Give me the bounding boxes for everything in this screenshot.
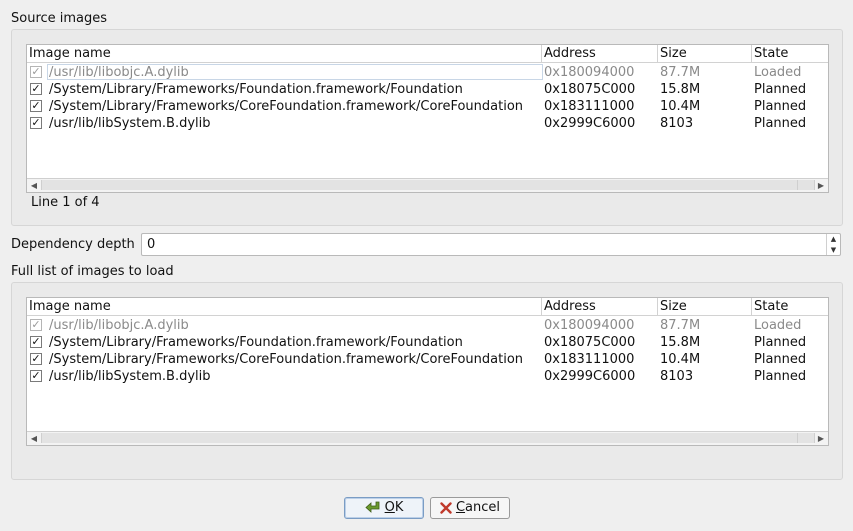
source-images-group: Image name Address Size State ✓ /usr/lib… bbox=[11, 29, 843, 226]
dependency-depth-spinbox[interactable]: 0 ▲ ▼ bbox=[141, 233, 841, 256]
scrollbar-track[interactable] bbox=[41, 180, 799, 190]
address-cell: 0x18075C000 bbox=[544, 335, 636, 350]
horizontal-scrollbar[interactable]: ◀ ▶ bbox=[27, 178, 828, 192]
row-checkbox[interactable]: ✓ bbox=[30, 319, 42, 331]
source-images-table[interactable]: Image name Address Size State ✓ /usr/lib… bbox=[26, 44, 829, 193]
size-cell: 15.8M bbox=[660, 335, 701, 350]
ok-button[interactable]: OK bbox=[344, 497, 424, 519]
column-header-image-name[interactable]: Image name bbox=[27, 298, 541, 315]
image-name-cell: /System/Library/Frameworks/CoreFoundatio… bbox=[49, 99, 524, 114]
source-images-title: Source images bbox=[11, 11, 108, 26]
column-header-image-name[interactable]: Image name bbox=[27, 45, 541, 62]
table-row[interactable]: ✓ /System/Library/Frameworks/CoreFoundat… bbox=[27, 351, 828, 368]
table-row[interactable]: ✓ /usr/lib/libSystem.B.dylib 0x2999C6000… bbox=[27, 368, 828, 385]
spin-arrows: ▲ ▼ bbox=[826, 234, 840, 255]
state-cell: Planned bbox=[754, 116, 807, 131]
table-row[interactable]: ✓ /usr/lib/libSystem.B.dylib 0x2999C6000… bbox=[27, 115, 828, 132]
full-list-table[interactable]: Image name Address Size State ✓ /usr/lib… bbox=[26, 297, 829, 446]
column-header-size[interactable]: Size bbox=[657, 298, 751, 315]
size-cell: 8103 bbox=[660, 369, 694, 384]
column-header-state[interactable]: State bbox=[751, 298, 828, 315]
table-row[interactable]: ✓ /System/Library/Frameworks/Foundation.… bbox=[27, 81, 828, 98]
size-cell: 87.7M bbox=[660, 318, 701, 333]
row-checkbox[interactable]: ✓ bbox=[30, 353, 42, 365]
row-checkbox[interactable]: ✓ bbox=[30, 117, 42, 129]
image-name-cell: /usr/lib/libobjc.A.dylib bbox=[49, 318, 189, 333]
image-name-cell: /usr/lib/libSystem.B.dylib bbox=[49, 369, 211, 384]
cancel-label: Cancel bbox=[455, 500, 501, 515]
row-checkbox[interactable]: ✓ bbox=[30, 66, 42, 78]
full-list-group: Image name Address Size State ✓ /usr/lib… bbox=[11, 282, 843, 480]
scrollbar-handle[interactable] bbox=[797, 433, 815, 443]
column-header-size[interactable]: Size bbox=[657, 45, 751, 62]
cancel-button[interactable]: Cancel bbox=[430, 497, 510, 519]
address-cell: 0x2999C6000 bbox=[544, 116, 636, 131]
spin-up-icon[interactable]: ▲ bbox=[827, 234, 840, 244]
image-name-cell: /System/Library/Frameworks/Foundation.fr… bbox=[49, 82, 463, 97]
state-cell: Planned bbox=[754, 352, 807, 367]
size-cell: 87.7M bbox=[660, 65, 701, 80]
size-cell: 8103 bbox=[660, 116, 694, 131]
table-row[interactable]: ✓ /System/Library/Frameworks/CoreFoundat… bbox=[27, 98, 828, 115]
image-name-cell: /usr/lib/libSystem.B.dylib bbox=[49, 116, 211, 131]
image-name-cell: /System/Library/Frameworks/CoreFoundatio… bbox=[49, 352, 524, 367]
ok-label: OK bbox=[384, 500, 404, 515]
state-cell: Planned bbox=[754, 99, 807, 114]
state-cell: Planned bbox=[754, 369, 807, 384]
scroll-right-arrow-icon[interactable]: ▶ bbox=[814, 179, 828, 192]
column-header-address[interactable]: Address bbox=[541, 298, 657, 315]
row-checkbox[interactable]: ✓ bbox=[30, 336, 42, 348]
scrollbar-track[interactable] bbox=[41, 433, 799, 443]
state-cell: Planned bbox=[754, 82, 807, 97]
table-header: Image name Address Size State bbox=[27, 45, 828, 63]
table-row[interactable]: ✓ /System/Library/Frameworks/Foundation.… bbox=[27, 334, 828, 351]
full-list-title: Full list of images to load bbox=[11, 264, 174, 279]
line-status: Line 1 of 4 bbox=[31, 195, 100, 210]
horizontal-scrollbar[interactable]: ◀ ▶ bbox=[27, 431, 828, 445]
image-name-cell: /System/Library/Frameworks/Foundation.fr… bbox=[49, 335, 463, 350]
ok-arrow-icon bbox=[365, 501, 380, 513]
table-row[interactable]: ✓ /usr/lib/libobjc.A.dylib 0x180094000 8… bbox=[27, 64, 828, 81]
column-header-state[interactable]: State bbox=[751, 45, 828, 62]
address-cell: 0x183111000 bbox=[544, 352, 635, 367]
scroll-left-arrow-icon[interactable]: ◀ bbox=[27, 432, 41, 445]
table-header: Image name Address Size State bbox=[27, 298, 828, 316]
address-cell: 0x2999C6000 bbox=[544, 369, 636, 384]
size-cell: 10.4M bbox=[660, 352, 701, 367]
address-cell: 0x180094000 bbox=[544, 318, 635, 333]
size-cell: 15.8M bbox=[660, 82, 701, 97]
row-checkbox[interactable]: ✓ bbox=[30, 100, 42, 112]
image-name-cell: /usr/lib/libobjc.A.dylib bbox=[49, 65, 189, 80]
dependency-depth-label: Dependency depth bbox=[11, 237, 135, 252]
column-header-address[interactable]: Address bbox=[541, 45, 657, 62]
dependency-depth-value[interactable]: 0 bbox=[147, 237, 155, 252]
state-cell: Planned bbox=[754, 335, 807, 350]
table-row[interactable]: ✓ /usr/lib/libobjc.A.dylib 0x180094000 8… bbox=[27, 317, 828, 334]
scroll-right-arrow-icon[interactable]: ▶ bbox=[814, 432, 828, 445]
size-cell: 10.4M bbox=[660, 99, 701, 114]
spin-down-icon[interactable]: ▼ bbox=[827, 245, 840, 255]
cancel-x-icon bbox=[440, 502, 452, 514]
state-cell: Loaded bbox=[754, 65, 802, 80]
row-checkbox[interactable]: ✓ bbox=[30, 83, 42, 95]
address-cell: 0x183111000 bbox=[544, 99, 635, 114]
scroll-left-arrow-icon[interactable]: ◀ bbox=[27, 179, 41, 192]
address-cell: 0x180094000 bbox=[544, 65, 635, 80]
address-cell: 0x18075C000 bbox=[544, 82, 636, 97]
state-cell: Loaded bbox=[754, 318, 802, 333]
row-checkbox[interactable]: ✓ bbox=[30, 370, 42, 382]
scrollbar-handle[interactable] bbox=[797, 180, 815, 190]
